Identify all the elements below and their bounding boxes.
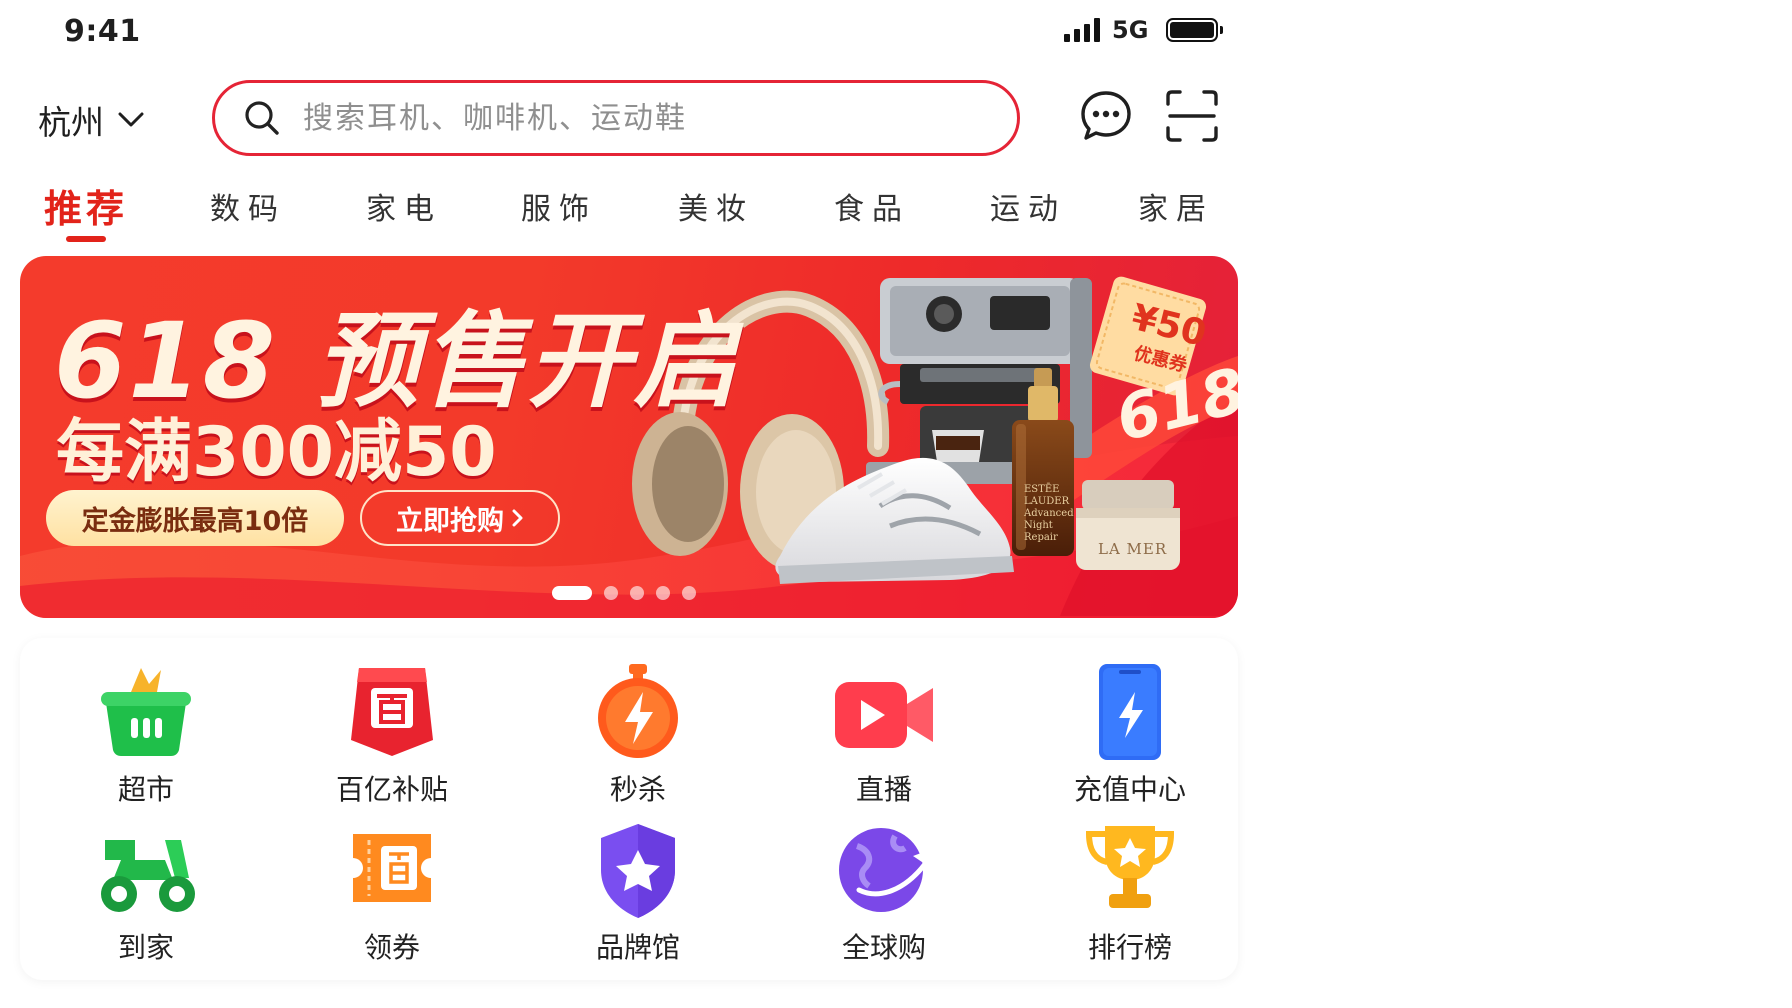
deposit-badge: 定金膨胀最高10倍: [46, 490, 344, 546]
category-label: 充值中心: [1073, 773, 1186, 806]
tab-apparel[interactable]: 服饰: [521, 184, 597, 228]
category-label: 秒杀: [609, 773, 666, 806]
category-label: 超市: [117, 773, 174, 806]
carousel-dot[interactable]: [656, 586, 670, 600]
category-coupons[interactable]: 领券: [302, 820, 482, 966]
category-grid: 超市 百亿补贴 秒杀 直播 充值中心 到家 领券 品牌馆 全球购 排行榜: [20, 638, 1238, 980]
app-screen: 9:41 5G 杭州 推荐 数码: [0, 0, 1260, 1008]
scan-icon: [1166, 90, 1218, 142]
category-label: 全球购: [841, 931, 926, 964]
tab-food[interactable]: 食品: [834, 184, 910, 228]
scan-button[interactable]: [1164, 88, 1220, 144]
carousel-dot[interactable]: [630, 586, 644, 600]
buy-now-button[interactable]: 立即抢购: [360, 490, 560, 546]
buy-now-label: 立即抢购: [396, 505, 504, 537]
basket-icon: [101, 668, 191, 756]
shield-star-icon: [601, 824, 675, 918]
message-button[interactable]: [1078, 88, 1134, 144]
tab-sports[interactable]: 运动: [990, 184, 1066, 228]
empty-side-area: [1260, 0, 1792, 1008]
carousel-indicator: [552, 586, 696, 600]
scooter-icon: [101, 840, 195, 912]
category-supermarket[interactable]: 超市: [56, 662, 236, 808]
category-brands[interactable]: 品牌馆: [548, 820, 728, 966]
banner-subtitle: 每满300减50: [56, 413, 497, 492]
search-input[interactable]: [301, 99, 945, 137]
chat-bubble-icon: [1081, 91, 1131, 140]
city-selector[interactable]: 杭州: [38, 96, 144, 144]
phone-bolt-icon: [1099, 664, 1161, 760]
globe-plane-icon: [839, 828, 929, 912]
category-delivery[interactable]: 到家: [56, 820, 236, 966]
tab-beauty[interactable]: 美妆: [678, 184, 754, 228]
active-tab-indicator: [66, 236, 106, 242]
lamer-label: LA MER: [1098, 540, 1168, 558]
video-camera-icon: [835, 682, 933, 748]
category-live[interactable]: 直播: [794, 662, 974, 808]
category-label: 领券: [363, 931, 420, 964]
category-rankings[interactable]: 排行榜: [1040, 820, 1220, 966]
category-global[interactable]: 全球购: [794, 820, 974, 966]
category-topup[interactable]: 充值中心: [1040, 662, 1220, 808]
category-label: 百亿补贴: [335, 773, 448, 806]
estee-lauder-label: ESTĒE LAUDER Advanced Night Repair: [1024, 484, 1074, 543]
city-label: 杭州: [38, 103, 104, 142]
category-subsidy[interactable]: 百亿补贴: [302, 662, 482, 808]
tab-recommend[interactable]: 推荐: [44, 178, 128, 233]
signal-icon: [1064, 18, 1100, 42]
carousel-dot[interactable]: [604, 586, 618, 600]
network-type: 5G: [1112, 16, 1149, 44]
carousel-dot[interactable]: [682, 586, 696, 600]
search-icon: [245, 101, 279, 135]
chevron-down-icon: [118, 112, 144, 127]
coupon-icon: [353, 834, 431, 902]
status-indicators: 5G: [1064, 16, 1224, 44]
tab-appliance[interactable]: 家电: [366, 184, 442, 228]
status-time: 9:41: [64, 14, 141, 49]
subsidy-icon: [351, 668, 433, 756]
category-tabs: 推荐 数码 家电 服饰 美妆 食品 运动 家居: [0, 184, 1260, 244]
stopwatch-icon: [598, 664, 678, 758]
category-label: 到家: [117, 931, 174, 964]
category-flash-sale[interactable]: 秒杀: [548, 662, 728, 808]
category-label: 排行榜: [1087, 931, 1172, 964]
chevron-right-icon: [512, 509, 523, 527]
category-label: 品牌馆: [595, 931, 680, 964]
trophy-icon: [1085, 826, 1175, 908]
category-label: 直播: [855, 773, 912, 806]
battery-icon: [1166, 18, 1224, 42]
carousel-dot-active[interactable]: [552, 586, 592, 600]
tab-home[interactable]: 家居: [1138, 184, 1214, 228]
tab-digital[interactable]: 数码: [210, 184, 286, 228]
search-bar[interactable]: [212, 80, 1020, 156]
promo-banner[interactable]: 618 预售开启 每满300减50 定金膨胀最高10倍 立即抢购 ¥50 优惠券…: [20, 256, 1238, 618]
